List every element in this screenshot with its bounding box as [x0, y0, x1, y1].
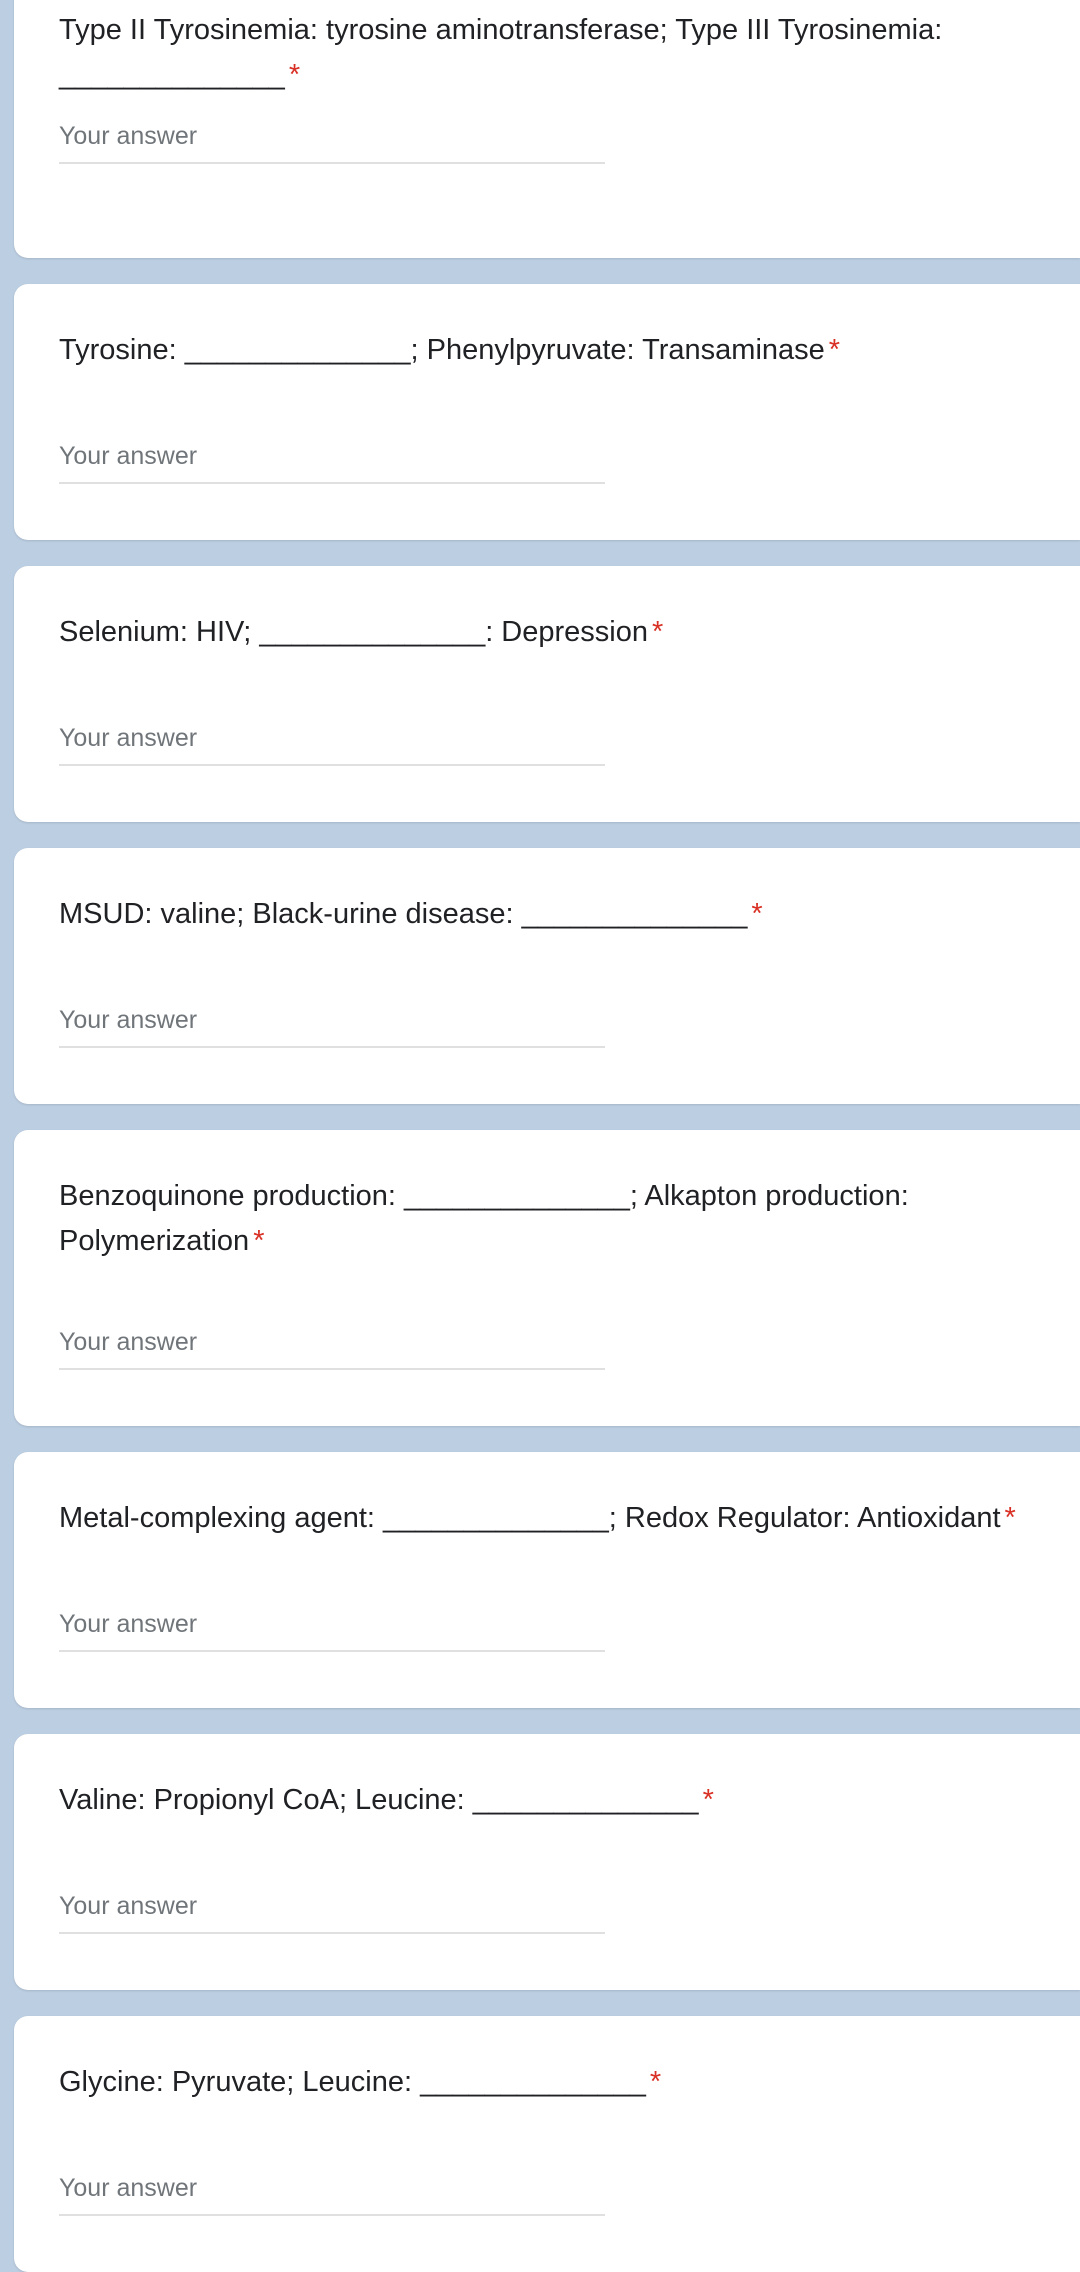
required-asterisk: *	[649, 2066, 662, 2098]
question-title: Selenium: HIV; ______________: Depressio…	[59, 610, 1060, 655]
question-card: Valine: Propionyl CoA; Leucine: ________…	[14, 1734, 1080, 1990]
question-text: Glycine: Pyruvate; Leucine: ____________…	[59, 2066, 646, 2098]
question-title: Tyrosine: ______________; Phenylpyruvate…	[59, 328, 1060, 373]
question-text: Benzoquinone production: ______________;…	[59, 1180, 909, 1257]
question-card: Benzoquinone production: ______________;…	[14, 1130, 1080, 1426]
answer-input[interactable]	[59, 712, 605, 766]
question-title: Benzoquinone production: ______________;…	[59, 1174, 979, 1264]
question-text: Type II Tyrosinemia: tyrosine aminotrans…	[59, 14, 943, 91]
question-title: Glycine: Pyruvate; Leucine: ____________…	[59, 2060, 1060, 2105]
question-text: Valine: Propionyl CoA; Leucine: ________…	[59, 1784, 699, 1816]
answer-input[interactable]	[59, 1316, 605, 1370]
required-asterisk: *	[751, 898, 763, 930]
answer-input[interactable]	[59, 2162, 605, 2216]
answer-input[interactable]	[59, 110, 605, 164]
answer-input[interactable]	[59, 1598, 605, 1652]
answer-input[interactable]	[59, 994, 605, 1048]
question-title: Valine: Propionyl CoA; Leucine: ________…	[59, 1778, 1060, 1823]
question-card: Type II Tyrosinemia: tyrosine aminotrans…	[14, 0, 1080, 258]
question-card: Selenium: HIV; ______________: Depressio…	[14, 566, 1080, 822]
question-text: Selenium: HIV; ______________: Depressio…	[59, 616, 648, 648]
answer-input[interactable]	[59, 430, 605, 484]
question-title: MSUD: valine; Black-urine disease: _____…	[59, 892, 1060, 937]
required-asterisk: *	[1004, 1502, 1016, 1534]
question-card: Glycine: Pyruvate; Leucine: ____________…	[14, 2016, 1080, 2272]
required-asterisk: *	[253, 1225, 265, 1257]
question-text: Metal-complexing agent: ______________; …	[59, 1502, 1001, 1534]
required-asterisk: *	[828, 334, 841, 366]
question-text: Tyrosine: ______________; Phenylpyruvate…	[59, 334, 825, 366]
question-text: MSUD: valine; Black-urine disease: _____…	[59, 898, 748, 930]
answer-input[interactable]	[59, 1880, 605, 1934]
required-asterisk: *	[288, 59, 301, 91]
question-card: Tyrosine: ______________; Phenylpyruvate…	[14, 284, 1080, 540]
question-card: Metal-complexing agent: ______________; …	[14, 1452, 1080, 1708]
question-title: Metal-complexing agent: ______________; …	[59, 1496, 1060, 1541]
question-title: Type II Tyrosinemia: tyrosine aminotrans…	[59, 8, 1039, 98]
required-asterisk: *	[652, 616, 664, 648]
question-card: MSUD: valine; Black-urine disease: _____…	[14, 848, 1080, 1104]
required-asterisk: *	[702, 1784, 714, 1816]
